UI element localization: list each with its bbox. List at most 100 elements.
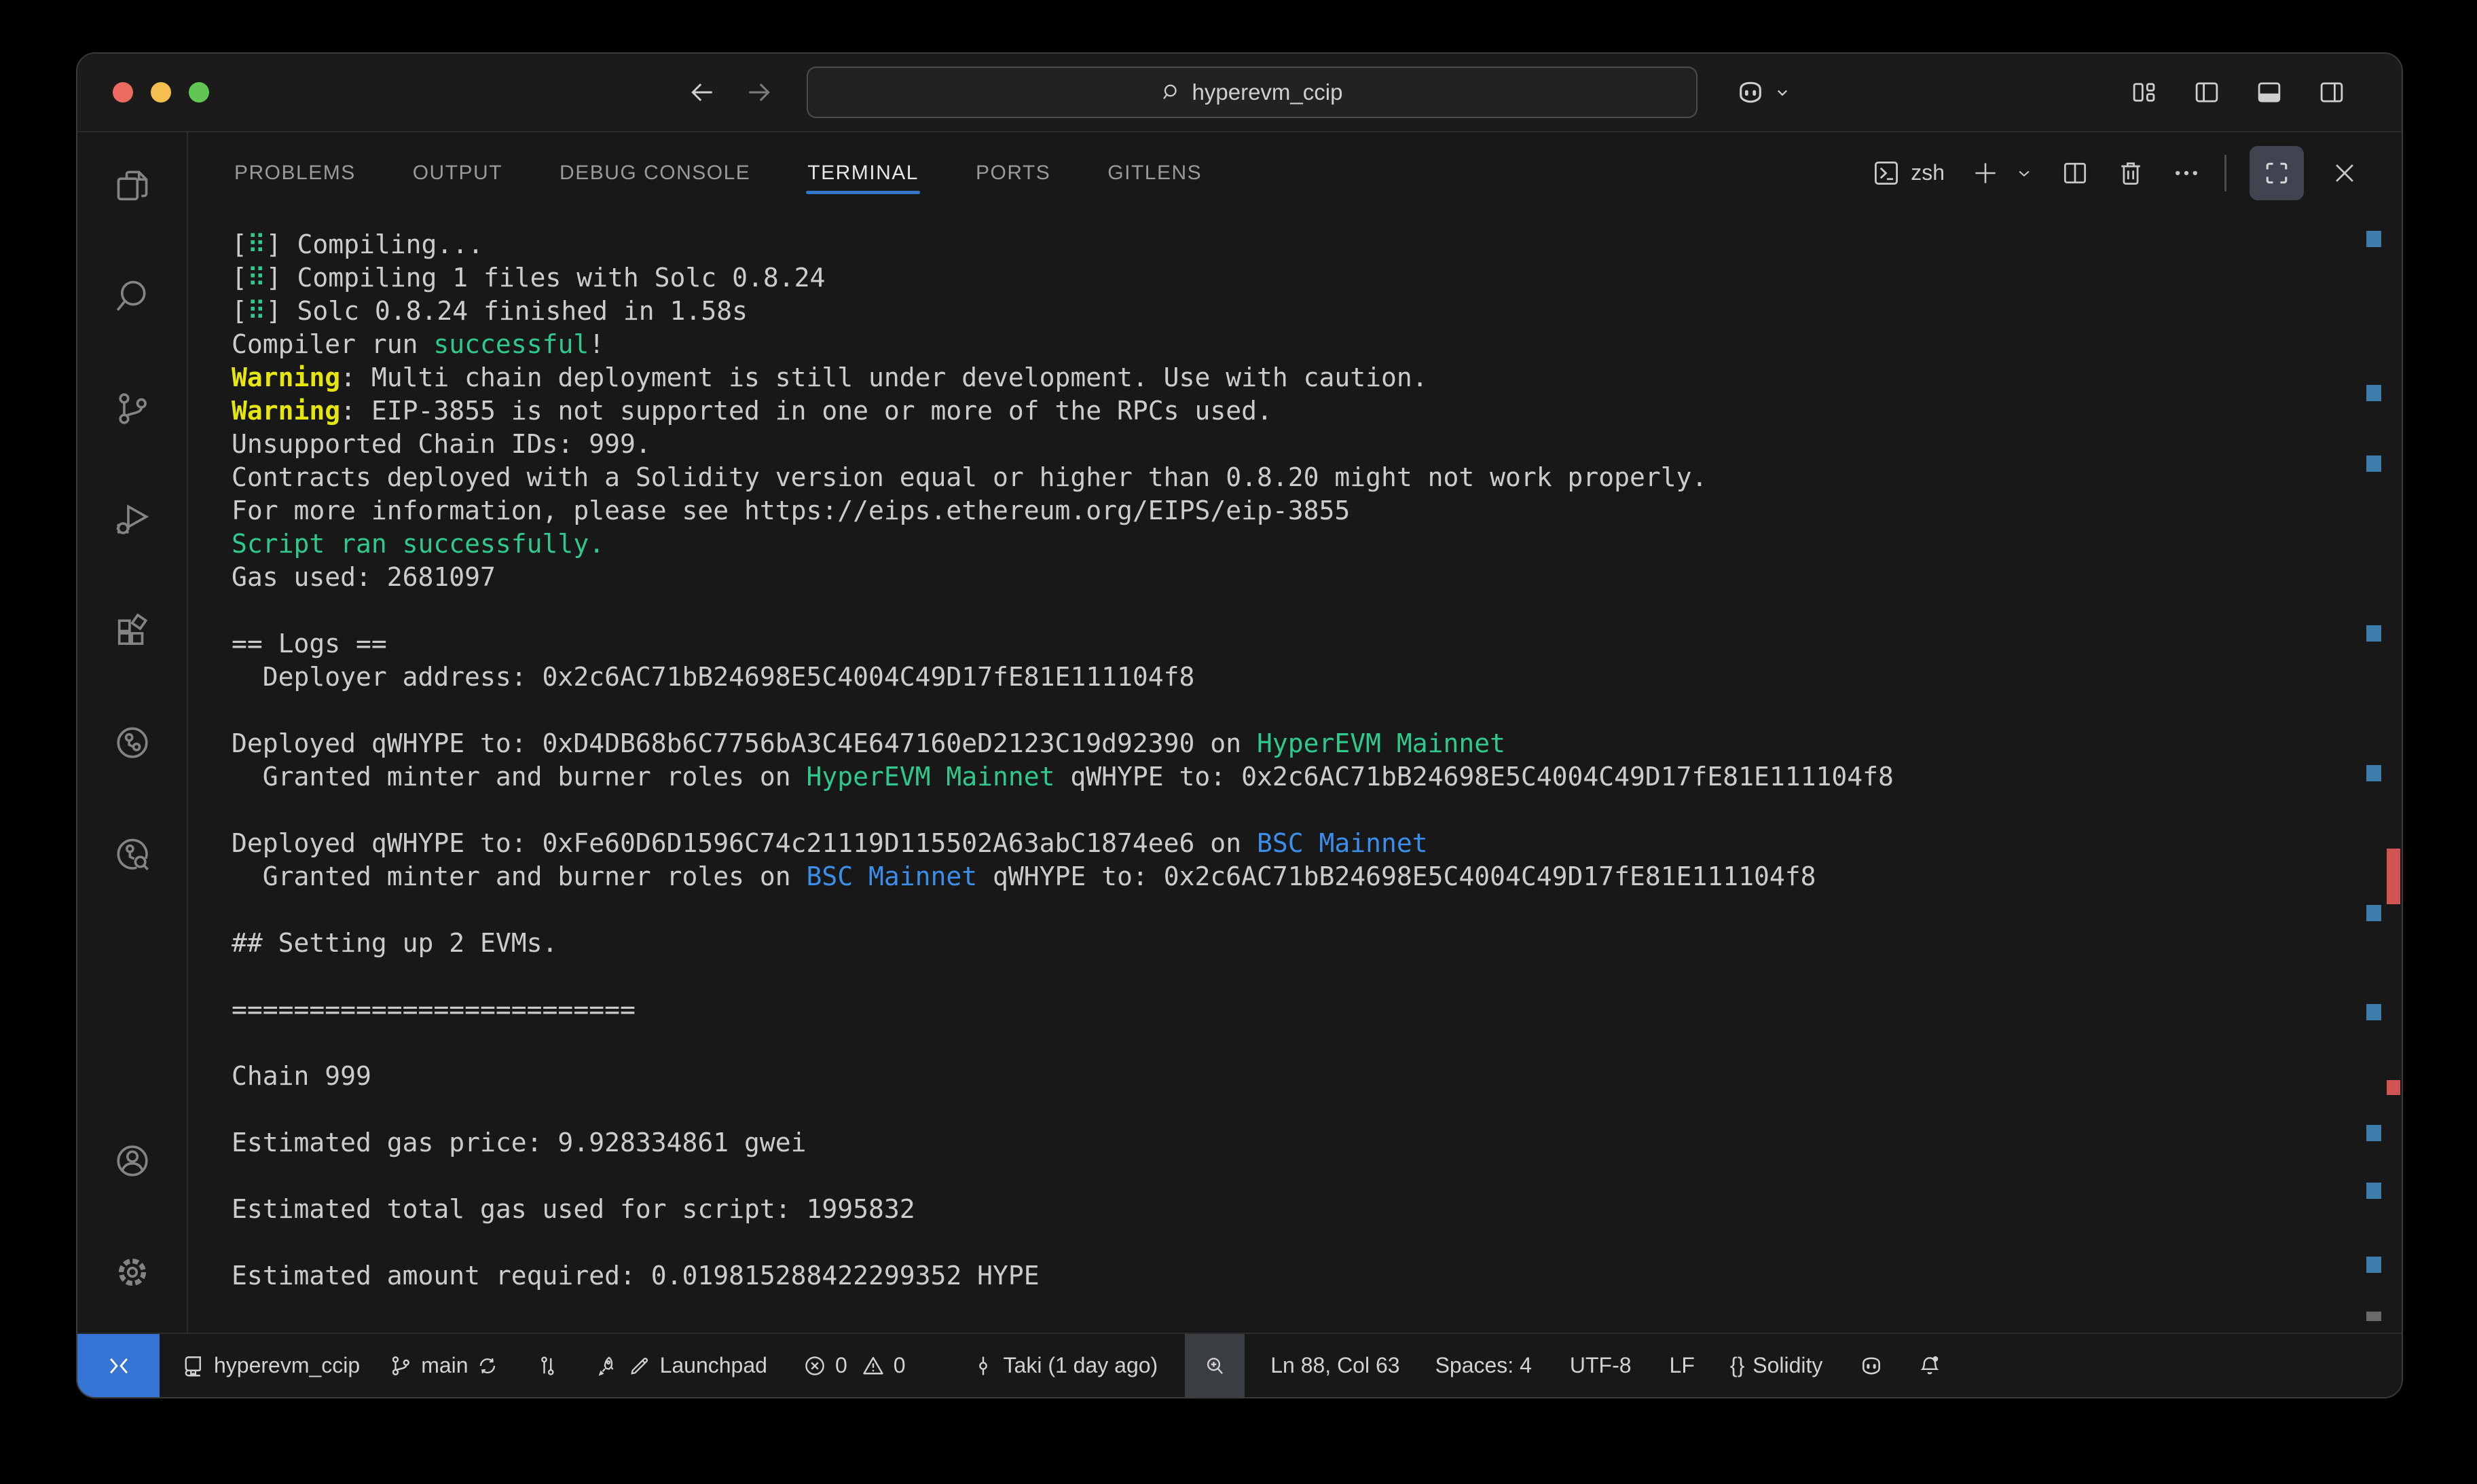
terminal-viewport[interactable]: [⠿] Compiling...[⠿] Compiling 1 files wi… — [188, 213, 2402, 1333]
extensions-icon[interactable] — [113, 612, 152, 651]
panel-tab-debug-console[interactable]: DEBUG CONSOLE — [558, 147, 752, 200]
indentation-item[interactable]: Spaces: 4 — [1435, 1353, 1532, 1378]
gitlens-icon[interactable] — [113, 723, 152, 762]
ruler-mark-blue — [2366, 905, 2381, 921]
command-center-search[interactable]: hyperevm_ccip — [807, 67, 1698, 118]
zoom-status-item[interactable] — [1185, 1334, 1245, 1397]
zoom-in-icon — [1203, 1354, 1227, 1378]
remote-indicator[interactable] — [77, 1334, 160, 1397]
vscode-window: hyperevm_ccip — [77, 54, 2402, 1397]
repo-icon — [181, 1354, 206, 1378]
terminal-line: ========================== — [232, 993, 2354, 1026]
terminal-line — [232, 794, 2354, 827]
search-view-icon[interactable] — [113, 278, 152, 317]
problems-status-item[interactable]: 0 0 — [803, 1353, 906, 1378]
launchpad-status-item[interactable]: Launchpad — [595, 1353, 767, 1378]
toggle-primary-sidebar-icon[interactable] — [2192, 78, 2221, 107]
encoding-item[interactable]: UTF-8 — [1570, 1353, 1632, 1378]
forward-arrow-icon[interactable] — [744, 77, 774, 107]
zoom-window-button[interactable] — [189, 82, 209, 103]
panel-tab-ports[interactable]: PORTS — [974, 147, 1052, 200]
eip-3855-link[interactable]: https://eips.ethereum.org/EIPS/eip-3855 — [744, 496, 1350, 525]
terminal-line — [232, 1160, 2354, 1193]
toggle-secondary-sidebar-icon[interactable] — [2317, 78, 2346, 107]
language-mode-item[interactable]: {} Solidity — [1730, 1353, 1823, 1378]
error-icon — [803, 1354, 827, 1378]
customize-layout-icon[interactable] — [2130, 78, 2159, 107]
commit-graph-icon — [535, 1354, 559, 1378]
terminal-line: [⠿] Solc 0.8.24 finished in 1.58s — [232, 295, 2354, 328]
minimize-window-button[interactable] — [151, 82, 171, 103]
terminal-line — [232, 960, 2354, 993]
cursor-position-item[interactable]: Ln 88, Col 63 — [1270, 1353, 1399, 1378]
terminal-line — [232, 1026, 2354, 1060]
maximize-panel-button[interactable] — [2250, 146, 2304, 200]
terminal-line: Granted minter and burner roles on BSC M… — [232, 860, 2354, 893]
terminal-line: Deployed qWHYPE to: 0xFe60D6D1596C74c211… — [232, 827, 2354, 860]
terminal-line: Chain 999 — [232, 1060, 2354, 1093]
repo-status-item[interactable]: hyperevm_ccip — [181, 1353, 360, 1378]
terminal-line: Warning: EIP-3855 is not supported in on… — [232, 394, 2354, 428]
search-icon — [1161, 82, 1181, 103]
branch-name: main — [421, 1353, 468, 1378]
commit-graph-status-item[interactable] — [535, 1354, 559, 1378]
copilot-status-item[interactable] — [1859, 1354, 1884, 1378]
kill-terminal-button[interactable] — [2116, 158, 2146, 188]
encoding-label: UTF-8 — [1570, 1353, 1632, 1378]
blame-status-item[interactable]: Taki (1 day ago) — [971, 1353, 1158, 1378]
terminal-output: [⠿] Compiling...[⠿] Compiling 1 files wi… — [232, 228, 2354, 1293]
panel-tab-gitlens[interactable]: GITLENS — [1106, 147, 1203, 200]
repo-name: hyperevm_ccip — [214, 1353, 360, 1378]
chevron-down-icon — [1772, 82, 1793, 103]
branch-status-item[interactable]: main — [388, 1353, 498, 1378]
commit-icon — [971, 1354, 995, 1378]
activity-bar — [77, 132, 188, 1333]
close-window-button[interactable] — [113, 82, 133, 103]
panel-tab-terminal[interactable]: TERMINAL — [806, 147, 920, 200]
copilot-menu-button[interactable] — [1736, 77, 1793, 107]
ruler-mark-blue — [2366, 765, 2381, 781]
launchpad-label: Launchpad — [660, 1353, 767, 1378]
ruler-mark-blue — [2366, 625, 2381, 642]
warning-icon — [861, 1354, 885, 1378]
settings-gear-icon[interactable] — [113, 1253, 152, 1292]
back-arrow-icon[interactable] — [687, 77, 717, 107]
git-branch-icon — [388, 1354, 413, 1378]
eol-item[interactable]: LF — [1670, 1353, 1695, 1378]
terminal-line: Granted minter and burner roles on Hyper… — [232, 760, 2354, 794]
copilot-icon — [1736, 77, 1765, 107]
terminal-line: ## Setting up 2 EVMs. — [232, 927, 2354, 960]
gitlens-inspect-icon[interactable] — [113, 834, 152, 874]
language-label: Solidity — [1753, 1353, 1822, 1378]
account-icon[interactable] — [113, 1141, 152, 1181]
rocket-check-icon — [595, 1354, 619, 1378]
close-panel-button[interactable] — [2330, 158, 2360, 188]
terminal-line: Gas used: 2681097 — [232, 561, 2354, 594]
copilot-status-icon — [1859, 1354, 1884, 1378]
toolbar-divider — [2224, 155, 2226, 191]
new-terminal-button[interactable] — [1970, 158, 2000, 188]
terminal-line: Estimated amount required: 0.01981528842… — [232, 1259, 2354, 1293]
toggle-panel-icon[interactable] — [2255, 78, 2283, 107]
terminal-line: Deployer address: 0x2c6AC71bB24698E5C400… — [232, 661, 2354, 694]
cursor-position: Ln 88, Col 63 — [1270, 1353, 1399, 1378]
ruler-mark-blue — [2366, 1257, 2381, 1273]
ruler-mark-blue — [2366, 385, 2381, 401]
more-actions-button[interactable] — [2171, 158, 2201, 188]
terminal-line: Compiler run successful! — [232, 328, 2354, 361]
source-control-icon[interactable] — [113, 389, 152, 428]
terminal-line — [232, 694, 2354, 727]
split-terminal-button[interactable] — [2060, 158, 2090, 188]
panel-tab-output[interactable]: OUTPUT — [411, 147, 504, 200]
terminal-line: Deployed qWHYPE to: 0xD4DB68b6C7756bA3C4… — [232, 727, 2354, 760]
run-debug-icon[interactable] — [113, 500, 152, 540]
explorer-icon[interactable] — [113, 166, 152, 206]
terminal-toolbar: zsh — [1871, 132, 2360, 213]
terminal-dropdown-chevron[interactable] — [2014, 163, 2034, 183]
terminal-line — [232, 1093, 2354, 1126]
terminal-instance-item[interactable]: zsh — [1871, 158, 1945, 188]
braces-icon: {} — [1730, 1353, 1744, 1378]
ruler-mark-blue — [2366, 1183, 2381, 1199]
notifications-item[interactable] — [1918, 1354, 1942, 1378]
panel-tab-problems[interactable]: PROBLEMS — [233, 147, 357, 200]
